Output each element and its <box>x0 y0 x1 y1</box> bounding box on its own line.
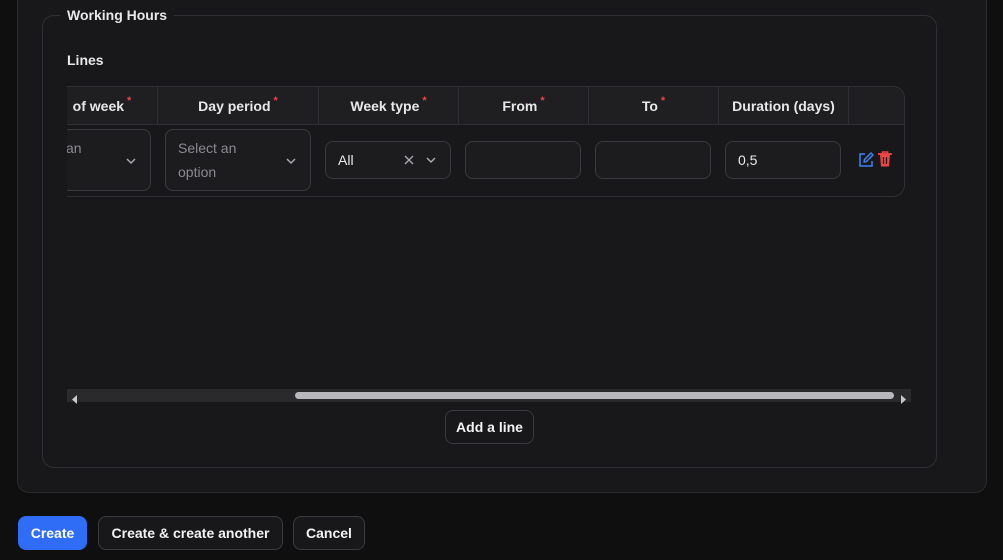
table-header: of week * Day period * Week type * From * To… <box>67 87 904 125</box>
scroll-right-icon[interactable] <box>899 391 907 404</box>
duration-input[interactable]: 0,5 <box>725 141 841 179</box>
required-marker: * <box>540 94 545 107</box>
column-week-type: Week type * <box>319 87 459 124</box>
required-marker: * <box>660 94 666 107</box>
column-actions <box>849 87 904 124</box>
column-label: Duration (days) <box>732 97 835 114</box>
day-of-week-select[interactable]: an <box>67 129 151 191</box>
add-line-button[interactable]: Add a line <box>445 410 534 444</box>
column-label: Day period <box>198 97 271 114</box>
scrollbar-thumb[interactable] <box>295 392 894 399</box>
column-label: To <box>641 97 658 114</box>
chevron-down-icon <box>126 156 136 166</box>
select-placeholder: option <box>178 164 217 180</box>
column-label: Week type <box>350 97 420 114</box>
trash-icon[interactable] <box>877 150 893 168</box>
select-placeholder: an <box>67 140 82 156</box>
day-period-select[interactable]: Select an option <box>165 129 311 191</box>
create-another-button[interactable]: Create & create another <box>98 516 283 550</box>
column-label: of week <box>72 97 125 114</box>
cancel-button[interactable]: Cancel <box>293 516 365 550</box>
scroll-left-icon[interactable] <box>71 391 79 404</box>
column-day-period: Day period * <box>158 87 319 124</box>
column-label: From <box>502 97 538 114</box>
week-type-select[interactable]: All <box>325 141 451 179</box>
table-horizontal-scrollbar[interactable] <box>67 389 911 404</box>
lines-label: Lines <box>67 52 104 68</box>
clear-x-icon[interactable] <box>404 155 414 165</box>
select-value: All <box>338 152 354 168</box>
column-from: From * <box>459 87 589 124</box>
lines-table: of week * Day period * Week type * From * To… <box>67 86 905 197</box>
select-placeholder: Select an <box>178 140 237 156</box>
required-marker: * <box>273 94 278 107</box>
from-time-input[interactable] <box>465 141 581 179</box>
to-time-input[interactable] <box>595 141 711 179</box>
required-marker: * <box>422 94 427 107</box>
chevron-down-icon <box>426 155 436 165</box>
create-button[interactable]: Create <box>18 516 87 550</box>
edit-icon[interactable] <box>857 151 875 169</box>
column-to: To * <box>589 87 719 124</box>
required-marker: * <box>127 94 132 107</box>
working-hours-legend: Working Hours <box>60 6 175 24</box>
column-duration: Duration (days) <box>719 87 849 124</box>
column-day-of-week: of week * <box>67 87 158 124</box>
chevron-down-icon <box>286 156 296 166</box>
